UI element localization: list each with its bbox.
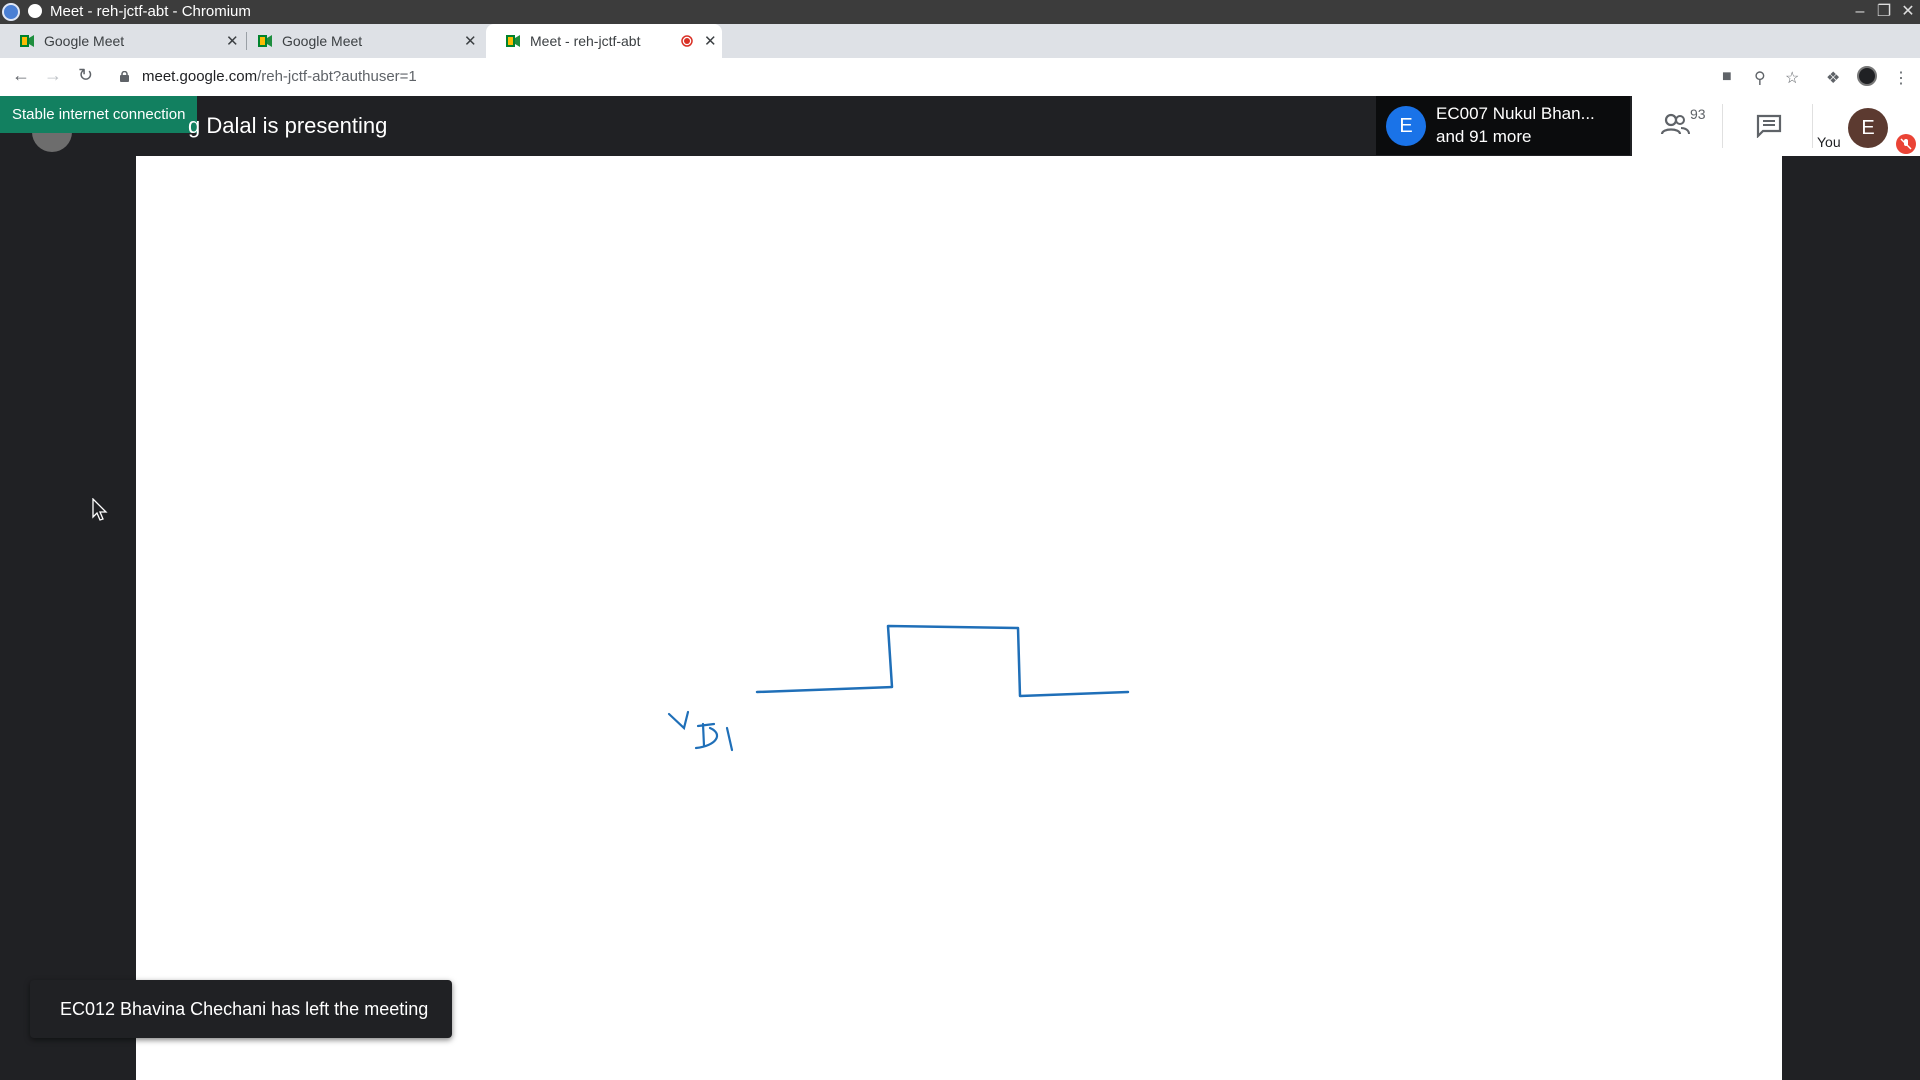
tab-meet-active[interactable]: Meet - reh-jctf-abt ✕: [486, 24, 722, 58]
whiteboard-drawing: [667, 624, 1130, 752]
mouse-cursor-icon: [92, 498, 108, 521]
chat-icon: [1756, 114, 1782, 139]
tab-close-icon[interactable]: ✕: [226, 32, 239, 50]
close-window-icon[interactable]: ✕: [1898, 2, 1918, 22]
extensions-icon[interactable]: ❖: [1826, 68, 1840, 88]
mic-off-icon: [1896, 134, 1916, 154]
self-avatar[interactable]: E: [1848, 108, 1888, 148]
menu-kebab-icon[interactable]: ⋮: [1893, 68, 1909, 88]
people-icon: [1660, 113, 1690, 135]
participant-avatar: E: [1386, 106, 1426, 146]
minimize-icon[interactable]: –: [1850, 2, 1870, 22]
tab-close-icon[interactable]: ✕: [704, 32, 717, 50]
meet-favicon-icon: [20, 35, 34, 47]
zoom-icon[interactable]: ⚲: [1754, 68, 1766, 88]
chromium-icon: [2, 3, 20, 21]
tab-google-meet-2[interactable]: Google Meet ✕: [238, 24, 482, 58]
tab-google-meet-1[interactable]: Google Meet ✕: [0, 24, 244, 58]
participant-more: and 91 more: [1436, 127, 1532, 146]
maximize-icon[interactable]: ❐: [1874, 2, 1894, 22]
participants-preview[interactable]: E EC007 Nukul Bhan... and 91 more: [1376, 96, 1630, 155]
divider: [1812, 104, 1813, 148]
participant-count: 93: [1690, 106, 1706, 122]
camera-icon[interactable]: ■: [1722, 68, 1732, 86]
meet-favicon-icon: [506, 35, 520, 47]
forward-icon[interactable]: →: [44, 65, 62, 86]
tab-label: Google Meet: [44, 33, 125, 49]
tab-strip: Google Meet ✕ Google Meet ✕ Meet - reh-j…: [0, 24, 1920, 76]
toolbar: ← → ↻ meet.google.com/reh-jctf-abt?authu…: [0, 58, 1920, 97]
self-label: You: [1817, 134, 1841, 150]
toast-message: EC012 Bhavina Chechani has left the meet…: [60, 999, 429, 1019]
app-menu-icon[interactable]: [28, 4, 42, 18]
tab-label: Meet - reh-jctf-abt: [530, 33, 641, 49]
url-host: meet.google.com: [142, 68, 258, 85]
presentation-stage: [136, 156, 1782, 1080]
window-titlebar: Meet - reh-jctf-abt - Chromium – ❐ ✕: [0, 0, 1920, 24]
profile-avatar[interactable]: [1857, 66, 1877, 86]
tab-close-icon[interactable]: ✕: [464, 32, 477, 50]
bookmark-star-icon[interactable]: ☆: [1785, 68, 1799, 88]
tab-label: Google Meet: [282, 33, 363, 49]
presenter-text: g Dalal is presenting: [188, 113, 388, 138]
reload-icon[interactable]: ↻: [78, 65, 93, 86]
participant-name: EC007 Nukul Bhan...: [1436, 104, 1595, 123]
url-path: /reh-jctf-abt?authuser=1: [257, 68, 417, 85]
people-button[interactable]: 93: [1660, 106, 1706, 143]
lock-icon[interactable]: [120, 71, 129, 82]
connection-status-badge: Stable internet connection: [0, 96, 198, 133]
notification-toast: EC012 Bhavina Chechani has left the meet…: [30, 980, 452, 1038]
chat-button[interactable]: [1756, 114, 1782, 143]
address-bar[interactable]: meet.google.com/reh-jctf-abt?authuser=1: [142, 68, 417, 85]
back-icon[interactable]: ←: [12, 65, 30, 86]
window-title: Meet - reh-jctf-abt - Chromium: [50, 3, 251, 20]
divider: [1722, 104, 1723, 148]
recording-indicator-icon: [681, 35, 693, 47]
meet-favicon-icon: [258, 35, 272, 47]
